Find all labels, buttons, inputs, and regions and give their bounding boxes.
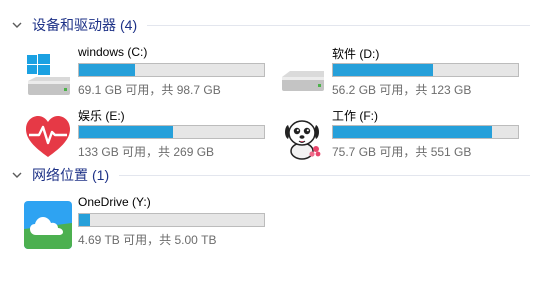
drive-free-space: 133 GB 可用，共 269 GB xyxy=(78,145,215,159)
drive-tile-y[interactable]: OneDrive (Y:) 4.69 TB 可用，共 5.00 TB xyxy=(24,195,274,249)
drive-free-space: 56.2 GB 可用，共 123 GB xyxy=(332,83,472,97)
drive-free-space: 75.7 GB 可用，共 551 GB xyxy=(332,145,472,159)
drive-name: 工作 (F:) xyxy=(332,109,378,123)
windows-drive-icon xyxy=(24,51,72,99)
usage-bar xyxy=(78,213,265,227)
drive-name: 娱乐 (E:) xyxy=(78,109,125,123)
usage-bar-fill xyxy=(79,126,174,138)
onedrive-cloud-icon xyxy=(24,201,72,249)
usage-bar-fill xyxy=(333,126,493,138)
group-count: (4) xyxy=(120,17,138,33)
group-header-devices[interactable]: 设备和驱动器 (4) xyxy=(10,14,530,36)
drive-tile-f[interactable]: 工作 (F:) 75.7 GB 可用，共 551 GB xyxy=(278,107,528,161)
drive-free-space: 69.1 GB 可用，共 98.7 GB xyxy=(78,83,221,97)
usage-bar xyxy=(332,63,519,77)
chevron-down-icon[interactable] xyxy=(10,168,24,182)
drive-tile-e[interactable]: 娱乐 (E:) 133 GB 可用，共 269 GB xyxy=(24,107,274,161)
hard-drive-icon xyxy=(278,51,326,99)
cartoon-dog-icon xyxy=(278,113,326,161)
drive-tile-c[interactable]: windows (C:) 69.1 GB 可用，共 98.7 GB xyxy=(24,45,274,99)
group-count: (1) xyxy=(92,167,110,183)
usage-bar xyxy=(78,63,265,77)
usage-bar-fill xyxy=(333,64,433,76)
group-header-network[interactable]: 网络位置 (1) xyxy=(10,164,530,186)
drive-name: OneDrive (Y:) xyxy=(78,195,151,209)
chevron-down-icon[interactable] xyxy=(10,18,24,32)
usage-bar-fill xyxy=(79,214,91,226)
group-divider xyxy=(119,174,530,176)
group-title: 网络位置 xyxy=(32,167,88,183)
usage-bar xyxy=(78,125,265,139)
heart-pulse-icon xyxy=(24,113,72,161)
drive-free-space: 4.69 TB 可用，共 5.00 TB xyxy=(78,233,217,247)
drive-name: 软件 (D:) xyxy=(332,47,380,61)
group-divider xyxy=(147,24,530,26)
usage-bar-fill xyxy=(79,64,135,76)
drive-tile-d[interactable]: 软件 (D:) 56.2 GB 可用，共 123 GB xyxy=(278,45,528,99)
group-title: 设备和驱动器 xyxy=(32,17,116,33)
drive-name: windows (C:) xyxy=(78,45,148,59)
usage-bar xyxy=(332,125,519,139)
